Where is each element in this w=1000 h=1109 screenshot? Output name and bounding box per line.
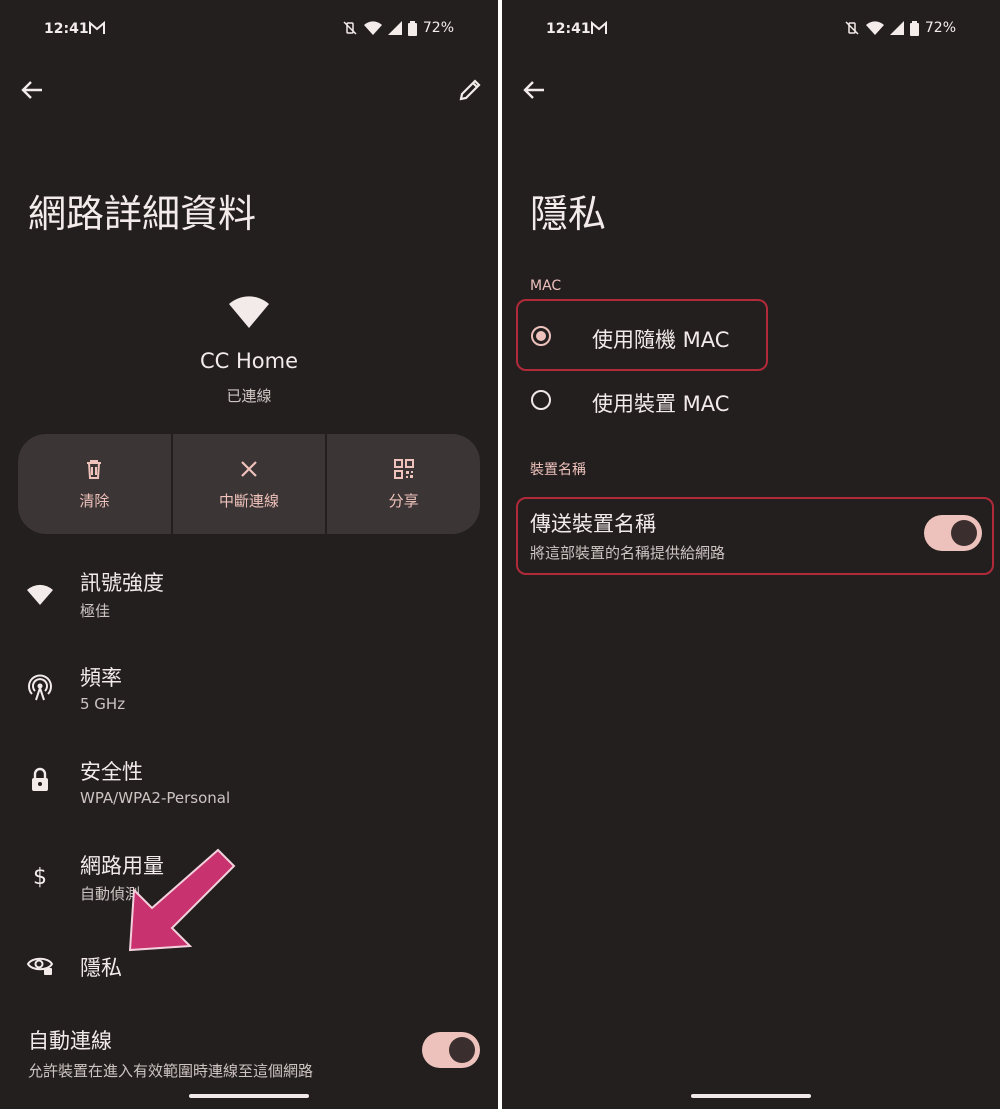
home-indicator[interactable] — [691, 1094, 811, 1098]
send-device-name-description: 將這部裝置的名稱提供給網路 — [530, 544, 726, 562]
edit-pencil-icon[interactable] — [456, 76, 484, 104]
home-indicator[interactable] — [189, 1094, 309, 1098]
device-mac-radio[interactable] — [531, 390, 551, 410]
disconnect-label: 中斷連線 — [219, 491, 280, 510]
status-bar: 12:41 72% — [0, 0, 498, 56]
page-title: 隱私 — [530, 192, 607, 236]
send-device-name-toggle[interactable] — [924, 515, 982, 551]
connection-status: 已連線 — [226, 387, 272, 405]
back-arrow-icon[interactable] — [520, 76, 548, 104]
signal-strength-value: 極佳 — [80, 602, 111, 620]
security-value: WPA/WPA2-Personal — [80, 789, 231, 807]
disconnect-button[interactable]: 中斷連線 — [170, 434, 326, 534]
status-bar: 12:41 72% — [502, 0, 1000, 56]
random-mac-option[interactable]: 使用隨機 MAC — [502, 306, 1000, 366]
mac-section-label: MAC — [530, 278, 562, 294]
back-arrow-icon[interactable] — [18, 76, 46, 104]
antenna-icon — [28, 674, 52, 701]
forget-button[interactable]: 清除 — [18, 434, 171, 534]
random-mac-radio[interactable] — [531, 326, 551, 346]
forget-label: 清除 — [79, 491, 110, 510]
battery-percent: 72% — [924, 20, 956, 36]
wifi-status-icon — [363, 21, 382, 35]
toggle-knob — [951, 520, 977, 546]
toggle-knob — [449, 1037, 475, 1063]
device-mac-option[interactable]: 使用裝置 MAC — [502, 370, 1000, 430]
wifi-icon — [229, 296, 269, 328]
security-title: 安全性 — [80, 760, 143, 784]
battery-icon — [909, 20, 919, 36]
frequency-title: 頻率 — [80, 666, 122, 690]
action-bar: 清除 中斷連線 分享 — [18, 434, 480, 534]
frequency-row: 頻率 5 GHz — [0, 660, 498, 730]
device-name-section-label: 裝置名稱 — [530, 462, 586, 478]
battery-icon — [407, 20, 417, 36]
svg-text:$: $ — [33, 865, 47, 890]
share-button[interactable]: 分享 — [325, 434, 480, 534]
vibrate-off-icon — [343, 21, 357, 35]
send-device-name-title: 傳送裝置名稱 — [530, 512, 656, 536]
privacy-title: 隱私 — [80, 956, 122, 980]
dollar-icon: $ — [33, 865, 47, 890]
close-icon — [241, 460, 257, 477]
auto-connect-row[interactable]: 自動連線 允許裝置在進入有效範圍時連線至這個網路 — [0, 1020, 498, 1090]
trash-icon — [87, 459, 102, 479]
auto-connect-title: 自動連線 — [28, 1029, 112, 1053]
auto-connect-description: 允許裝置在進入有效範圍時連線至這個網路 — [28, 1062, 314, 1080]
random-mac-label: 使用隨機 MAC — [592, 328, 730, 352]
qr-code-icon — [393, 458, 414, 479]
device-mac-label: 使用裝置 MAC — [592, 392, 730, 416]
cell-signal-icon — [387, 21, 402, 35]
privacy-eye-icon — [26, 957, 54, 975]
page-title: 網路詳細資料 — [28, 192, 257, 236]
annotation-arrow — [128, 848, 236, 952]
signal-strength-row: 訊號強度 極佳 — [0, 565, 498, 635]
network-name: CC Home — [199, 349, 299, 373]
battery-percent: 72% — [422, 20, 454, 36]
lock-icon — [32, 767, 48, 791]
auto-connect-toggle[interactable] — [422, 1032, 480, 1068]
gmail-icon — [591, 20, 607, 34]
network-details-screen: 12:41 72% 網路詳細資料 CC Home 已連線 清除 中斷連線 分享 — [0, 0, 498, 1109]
security-row: 安全性 WPA/WPA2-Personal — [0, 754, 498, 824]
share-label: 分享 — [388, 491, 419, 510]
gmail-icon — [89, 20, 105, 34]
vibrate-off-icon — [845, 21, 859, 35]
privacy-screen: 12:41 72% 隱私 MAC 使用隨機 MAC 使用裝置 MAC 裝置名稱 … — [502, 0, 1000, 1109]
status-time: 12:41 — [546, 21, 591, 37]
send-device-name-row[interactable]: 傳送裝置名稱 將這部裝置的名稱提供給網路 — [502, 500, 1000, 572]
signal-strength-title: 訊號強度 — [80, 571, 164, 595]
cell-signal-icon — [889, 21, 904, 35]
wifi-status-icon — [865, 21, 884, 35]
wifi-icon — [27, 584, 53, 605]
frequency-value: 5 GHz — [80, 695, 126, 713]
status-time: 12:41 — [44, 21, 89, 37]
